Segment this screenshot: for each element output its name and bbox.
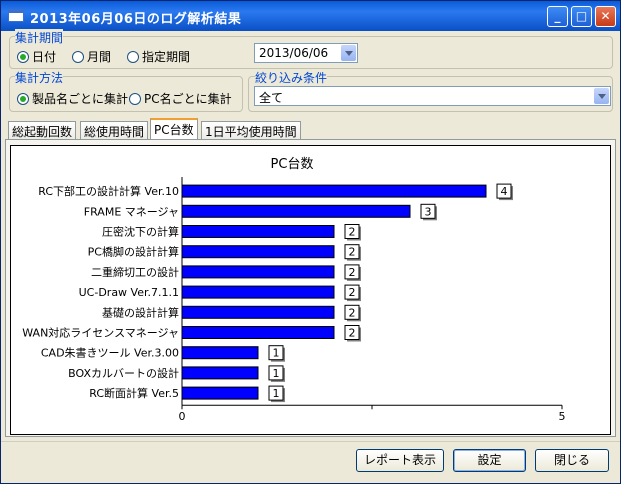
category-label: RC下部工の設計計算 Ver.10 [38,184,179,198]
radio-period-month[interactable]: 月間 [72,48,111,65]
period-group-label: 集計期間 [15,29,64,46]
window-title: 2013年06月06日のログ解析結果 [30,12,242,27]
data-label: 2 [349,306,356,319]
date-select-value: 2013/06/06 [259,46,329,60]
category-label: FRAME マネージャ [84,205,179,218]
bar [181,305,335,319]
radio-label: 指定期間 [142,50,191,64]
divider [1,441,620,442]
app-window-icon [8,9,24,22]
chevron-down-icon[interactable] [341,45,356,61]
close-button[interactable]: 閉じる [535,449,609,472]
data-label: 2 [349,246,356,259]
date-select[interactable]: 2013/06/06 [254,43,358,63]
radio-by-product[interactable]: 製品名ごとに集計 [17,90,128,107]
radio-indicator [17,50,29,63]
radio-indicator [72,50,84,63]
method-group-label: 集計方法 [15,69,64,86]
title-bar[interactable]: 2013年06月06日のログ解析結果 _ □ ✕ [1,1,620,31]
chevron-down-icon[interactable] [594,88,609,104]
minimize-icon: _ [554,9,561,23]
radio-period-day[interactable]: 日付 [17,48,56,65]
data-label: 2 [349,226,356,239]
filter-select[interactable]: 全て [254,86,611,106]
bar [181,346,259,360]
tab-total-launches[interactable]: 総起動回数 [8,121,77,139]
bar-chart: PC台数 0 5 RC下部工の設計計算 Ver.10 4 FRAME マネージャ 3 圧密沈下… [22,157,566,423]
category-label: 基礎の設計計算 [102,305,179,319]
bar [181,265,335,279]
chart-title: PC台数 [271,157,314,172]
radio-period-range[interactable]: 指定期間 [127,48,190,65]
tab-pc-count[interactable]: PC台数 [150,118,198,140]
bar [181,204,411,218]
category-label: 二重締切工の設計 [91,265,179,279]
data-label: 1 [273,387,280,400]
data-label: 4 [501,185,508,198]
filter-group-label: 絞り込み条件 [255,69,328,86]
tab-daily-average[interactable]: 1日平均使用時間 [201,121,301,139]
radio-indicator [129,92,141,105]
data-label: 2 [349,327,356,340]
bar [181,326,335,339]
report-button[interactable]: レポート表示 [356,449,444,472]
maximize-button[interactable]: □ [571,6,592,27]
filter-select-value: 全て [259,91,284,105]
app-window: 2013年06月06日のログ解析結果 _ □ ✕ 集計期間 日付 月間 指定期間… [0,0,621,484]
data-label: 2 [349,286,356,299]
category-label: CAD朱書きツール Ver.3.00 [41,346,179,360]
radio-label: 月間 [87,50,112,64]
bar [181,386,259,400]
category-label: PC橋脚の設計計算 [88,245,179,259]
category-label: WAN対応ライセンスマネージャ [22,326,179,340]
radio-label: 製品名ごとに集計 [32,92,129,106]
data-label: 1 [273,367,280,380]
radio-label: 日付 [32,50,57,64]
maximize-icon: □ [575,9,588,23]
data-label: 1 [273,347,280,360]
radio-indicator [17,92,29,105]
minimize-button[interactable]: _ [547,6,568,27]
chart-area: PC台数 0 5 RC下部工の設計計算 Ver.10 4 FRAME マネージャ 3 圧密沈下… [10,145,611,435]
close-window-button[interactable]: ✕ [595,6,616,27]
radio-indicator [127,50,139,63]
bar [181,225,335,238]
bar [181,285,335,299]
category-label: BOXカルバートの設計 [68,366,179,380]
bar [181,184,487,198]
radio-label: PC名ごとに集計 [144,92,232,106]
data-label: 2 [349,266,356,279]
data-label: 3 [425,205,432,218]
category-label: 圧密沈下の計算 [102,225,179,239]
bar [181,366,259,380]
tab-total-usage-time[interactable]: 総使用時間 [80,121,149,139]
x-tick-label: 0 [179,410,186,423]
radio-by-pc[interactable]: PC名ごとに集計 [129,90,232,107]
category-label: RC断面計算 Ver.5 [89,386,179,400]
bar [181,245,335,259]
category-label: UC-Draw Ver.7.1.1 [79,286,179,299]
settings-button[interactable]: 設定 [453,449,526,472]
x-tick-label: 5 [559,410,566,423]
close-icon: ✕ [600,9,611,23]
